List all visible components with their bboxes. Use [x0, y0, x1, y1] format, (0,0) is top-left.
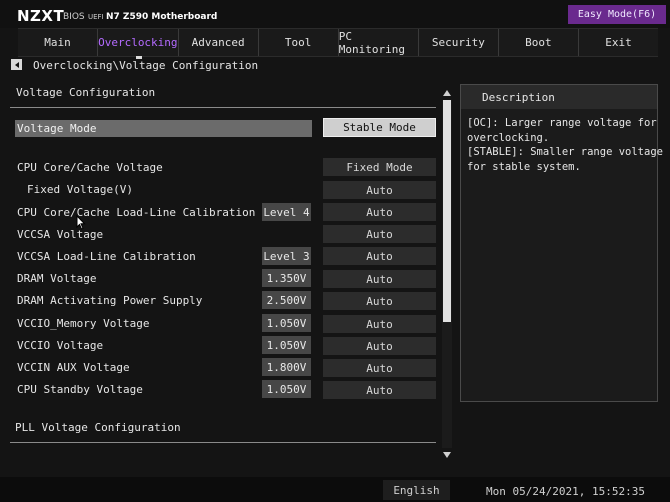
description-line: [OC]: Larger range voltage for	[467, 117, 657, 129]
vccin-aux-voltage-value: 1.800V	[262, 358, 311, 376]
description-title: Description	[482, 91, 555, 104]
vccio-memory-voltage-input[interactable]: Auto	[323, 315, 436, 333]
dram-voltage-value: 1.350V	[262, 269, 311, 287]
cpu-llc-label: CPU Core/Cache Load-Line Calibration	[17, 206, 256, 219]
tab-main[interactable]: Main	[18, 29, 99, 56]
brand-logo: NZXT	[17, 7, 65, 25]
cpu-llc-select[interactable]: Auto	[323, 203, 436, 221]
vccio-memory-voltage-value: 1.050V	[262, 314, 311, 332]
tab-security[interactable]: Security	[419, 29, 499, 56]
fixed-voltage-label: Fixed Voltage(V)	[27, 183, 133, 196]
dram-activating-power-value: 2.500V	[262, 291, 311, 309]
cpu-core-cache-voltage-select[interactable]: Fixed Mode	[323, 158, 436, 176]
section-title: Voltage Configuration	[16, 86, 156, 99]
mouse-cursor-icon	[76, 215, 86, 230]
description-text: [OC]: Larger range voltage for overclock…	[467, 116, 663, 174]
vccin-aux-voltage-input[interactable]: Auto	[323, 359, 436, 377]
fixed-voltage-input[interactable]: Auto	[323, 181, 436, 199]
vccio-voltage-value: 1.050V	[262, 336, 311, 354]
back-arrow-icon[interactable]	[11, 59, 22, 70]
scrollbar-thumb[interactable]	[443, 100, 451, 322]
vccsa-voltage-label: VCCSA Voltage	[17, 228, 104, 241]
uefi-label: UEFI	[88, 13, 104, 21]
datetime: Mon 05/24/2021, 15:52:35	[486, 485, 645, 498]
easy-mode-button[interactable]: Easy Mode(F6)	[568, 5, 666, 24]
description-line: [STABLE]: Smaller range voltage	[467, 146, 663, 158]
dram-voltage-label: DRAM Voltage	[17, 272, 97, 285]
description-line: for stable system.	[467, 160, 581, 173]
cpu-core-cache-voltage-label: CPU Core/Cache Voltage	[17, 161, 163, 174]
tab-overclocking[interactable]: Overclocking	[98, 29, 179, 59]
vccsa-voltage-input[interactable]: Auto	[323, 225, 436, 243]
tab-bar: Main Overclocking Advanced Tool PC Monit…	[18, 28, 658, 59]
dram-activating-power-input[interactable]: Auto	[323, 292, 436, 310]
breadcrumb: Overclocking\Voltage Configuration	[33, 59, 259, 72]
section-divider	[10, 107, 436, 108]
vccsa-llc-value: Level 3	[262, 247, 311, 265]
tab-pc-monitoring[interactable]: PC Monitoring	[339, 29, 419, 56]
dram-activating-power-label: DRAM Activating Power Supply	[17, 294, 203, 307]
tab-advanced[interactable]: Advanced	[179, 29, 259, 56]
voltage-mode-label: Voltage Mode	[17, 122, 97, 135]
scroll-down-arrow-icon[interactable]	[443, 452, 451, 458]
section-divider	[10, 442, 436, 443]
bios-label: BIOS	[63, 12, 85, 22]
tab-exit[interactable]: Exit	[579, 29, 658, 56]
vccio-voltage-input[interactable]: Auto	[323, 337, 436, 355]
vccsa-llc-select[interactable]: Auto	[323, 247, 436, 265]
vccin-aux-voltage-label: VCCIN AUX Voltage	[17, 361, 130, 374]
cpu-standby-voltage-input[interactable]: Auto	[323, 381, 436, 399]
dram-voltage-input[interactable]: Auto	[323, 270, 436, 288]
vccio-memory-voltage-label: VCCIO_Memory Voltage	[17, 317, 150, 330]
pll-voltage-config-link[interactable]: PLL Voltage Configuration	[15, 421, 181, 434]
language-button[interactable]: English	[383, 480, 450, 500]
voltage-mode-select[interactable]: Stable Mode	[323, 118, 436, 137]
board-name: N7 Z590 Motherboard	[106, 12, 218, 22]
vccsa-llc-label: VCCSA Load-Line Calibration	[17, 250, 196, 263]
cpu-llc-value: Level 4	[262, 203, 311, 221]
tab-tool[interactable]: Tool	[259, 29, 339, 56]
description-line: overclocking.	[467, 131, 550, 144]
cpu-standby-voltage-label: CPU Standby Voltage	[17, 383, 143, 396]
scroll-up-arrow-icon[interactable]	[443, 90, 451, 96]
vccio-voltage-label: VCCIO Voltage	[17, 339, 104, 352]
tab-boot[interactable]: Boot	[499, 29, 579, 56]
cpu-standby-voltage-value: 1.050V	[262, 380, 311, 398]
